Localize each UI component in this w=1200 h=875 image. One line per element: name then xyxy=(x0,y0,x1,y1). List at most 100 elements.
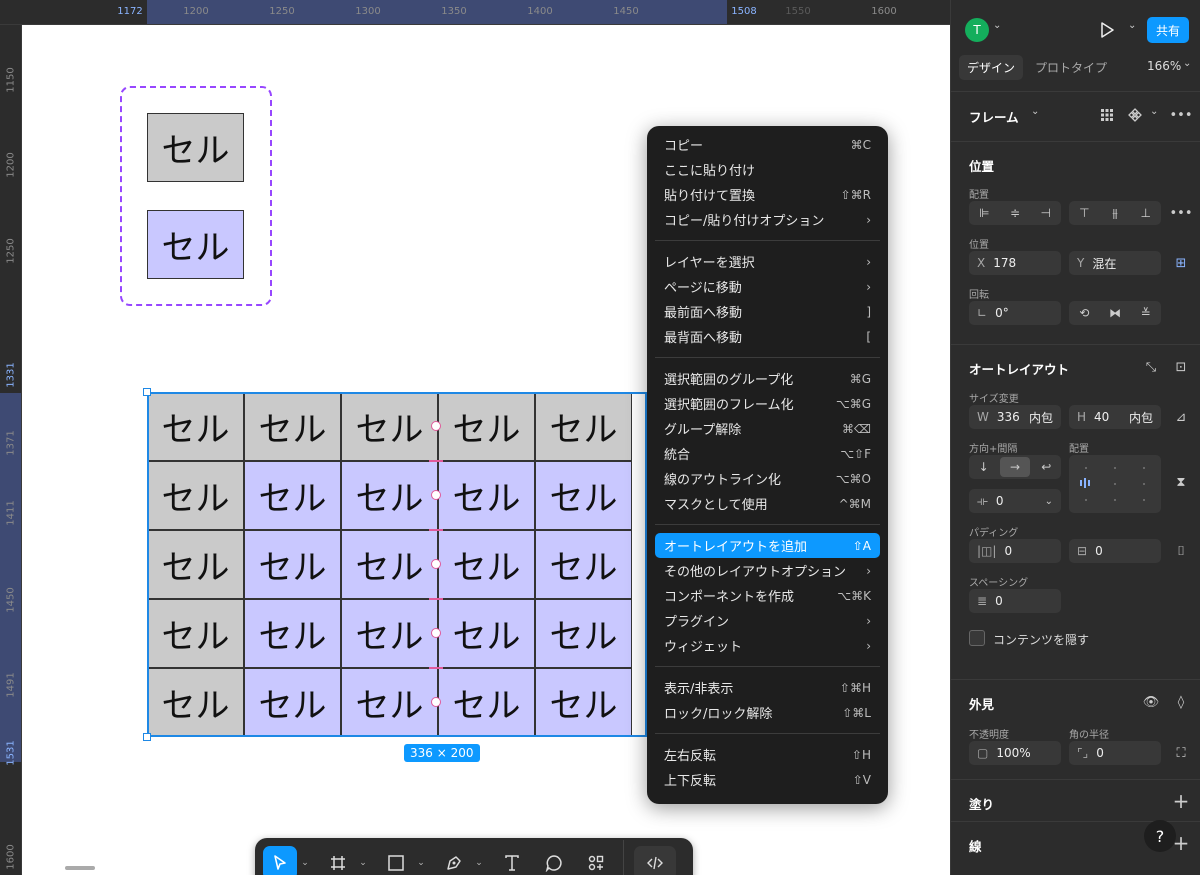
table-cell[interactable]: セル xyxy=(438,530,535,599)
table-cell[interactable]: セル xyxy=(341,599,438,668)
table-cell[interactable]: セル xyxy=(341,392,438,461)
menu-item[interactable]: コピー/貼り付けオプション › xyxy=(655,207,880,232)
tab-prototype[interactable]: プロトタイプ xyxy=(1035,59,1107,76)
spacing-handle[interactable] xyxy=(431,421,441,431)
table-cell[interactable]: セル xyxy=(147,599,244,668)
x-field[interactable]: X 178 xyxy=(969,251,1061,275)
comment-tool-icon[interactable] xyxy=(537,846,571,875)
menu-item[interactable]: 最前面へ移動] xyxy=(655,299,880,324)
menu-item[interactable]: 選択範囲のフレーム化 ⌥⌘G xyxy=(655,391,880,416)
table-cell[interactable]: セル xyxy=(438,599,535,668)
menu-item[interactable]: 統合 ⌥⇧F xyxy=(655,441,880,466)
chevron-down-icon[interactable]: ⌄ xyxy=(1128,20,1136,31)
flip-horizontal-icon[interactable]: ⧓ xyxy=(1100,301,1131,325)
spacing-field[interactable]: ≣ 0 xyxy=(969,589,1061,613)
menu-item[interactable]: ここに貼り付け xyxy=(655,157,880,182)
tab-design[interactable]: デザイン xyxy=(959,55,1024,80)
add-fill-icon[interactable]: + xyxy=(1169,789,1193,813)
move-tool-icon[interactable] xyxy=(263,846,297,875)
text-tool-icon[interactable] xyxy=(495,846,529,875)
chevron-down-icon[interactable]: ⌄ xyxy=(1045,496,1053,507)
clip-content-checkbox[interactable] xyxy=(969,630,985,646)
table-cell[interactable]: セル xyxy=(147,530,244,599)
shrink-icon[interactable]: ⤡ xyxy=(1139,355,1163,379)
play-icon[interactable] xyxy=(1095,18,1119,42)
table-cell[interactable]: セル xyxy=(438,461,535,530)
align-right-icon[interactable]: ⊣ xyxy=(1030,201,1061,225)
align-center-v-icon[interactable]: ⫵ xyxy=(1100,201,1131,225)
rectangle-tool-icon[interactable] xyxy=(379,846,413,875)
menu-item[interactable]: ロック/ロック解除 ⇧⌘L xyxy=(655,700,880,725)
menu-item[interactable]: グループ解除 ⌘⌫ xyxy=(655,416,880,441)
grid-icon[interactable] xyxy=(1095,103,1119,127)
table-cell[interactable]: セル xyxy=(438,392,535,461)
chevron-down-icon[interactable]: ⌄ xyxy=(1150,106,1158,117)
horizontal-scrollbar[interactable] xyxy=(65,866,95,870)
align-left-icon[interactable]: ⊫ xyxy=(969,201,1000,225)
table-cell[interactable]: セル xyxy=(341,668,438,737)
table-cell[interactable]: セル xyxy=(244,392,341,461)
independent-corners-icon[interactable]: ⛶ xyxy=(1169,741,1193,765)
variant-cell-gray[interactable]: セル xyxy=(147,113,244,182)
vertical-padding-field[interactable]: ⊟ 0 xyxy=(1069,539,1161,563)
table-cell[interactable]: セル xyxy=(341,461,438,530)
table-cell[interactable]: セル xyxy=(341,530,438,599)
variant-cell-blue[interactable]: セル xyxy=(147,210,244,279)
menu-item[interactable]: 最背面へ移動 [ xyxy=(655,324,880,349)
table-cell[interactable]: セル xyxy=(535,530,632,599)
individual-padding-icon[interactable]: ⌷ xyxy=(1169,539,1193,563)
table-cell[interactable]: セル xyxy=(438,668,535,737)
padding-handle[interactable] xyxy=(429,598,443,600)
eye-icon[interactable]: 👁 xyxy=(1139,690,1163,714)
align-bottom-icon[interactable]: ⊥ xyxy=(1130,201,1161,225)
wrap-icon[interactable]: ↩ xyxy=(1032,455,1061,479)
menu-item[interactable]: レイヤーを選択 › xyxy=(655,249,880,274)
menu-item[interactable]: マスクとして使用 ^⌘M xyxy=(655,491,880,516)
table-cell[interactable]: セル xyxy=(535,599,632,668)
table-cell[interactable]: セル xyxy=(147,392,244,461)
table-cell[interactable]: セル xyxy=(147,668,244,737)
opacity-field[interactable]: ▢ 100% xyxy=(969,741,1061,765)
table-cell[interactable]: セル xyxy=(535,392,632,461)
help-button[interactable]: ? xyxy=(1144,820,1176,852)
corner-radius-field[interactable]: ⌜⌟ 0 xyxy=(1069,741,1161,765)
y-field[interactable]: Y 混在 xyxy=(1069,251,1161,275)
width-field[interactable]: W 336 内包 xyxy=(969,405,1061,429)
constraints-icon[interactable]: ⊞ xyxy=(1169,251,1193,275)
frame-tool-icon[interactable] xyxy=(321,846,355,875)
actions-tool-icon[interactable] xyxy=(579,846,613,875)
drop-icon[interactable]: ◊ xyxy=(1169,690,1193,714)
resize-to-fit-icon[interactable]: ⊿ xyxy=(1169,405,1193,429)
arrow-down-icon[interactable]: ↓ xyxy=(969,455,998,479)
rotate-icon[interactable]: ⟲ xyxy=(1069,301,1100,325)
chevron-down-icon[interactable]: ⌄ xyxy=(297,858,313,868)
menu-item[interactable]: 線のアウトライン化 ⌥⌘O xyxy=(655,466,880,491)
table-cell[interactable]: セル xyxy=(244,461,341,530)
padding-handle[interactable] xyxy=(429,667,443,669)
spacing-handle[interactable] xyxy=(431,490,441,500)
align-center-h-icon[interactable]: ≑ xyxy=(1000,201,1031,225)
autolayout-settings-icon[interactable]: ⧗ xyxy=(1169,470,1193,494)
height-field[interactable]: H 40 内包 xyxy=(1069,405,1161,429)
gap-field[interactable]: ⟛ 0 ⌄ xyxy=(969,489,1061,513)
menu-item[interactable]: 上下反転 ⇧V xyxy=(655,767,880,792)
table-cell[interactable]: セル xyxy=(535,461,632,530)
menu-item[interactable]: 選択範囲のグループ化 ⌘G xyxy=(655,366,880,391)
rotation-field[interactable]: ∟ 0° xyxy=(969,301,1061,325)
menu-item[interactable]: ページに移動 › xyxy=(655,274,880,299)
horizontal-padding-field[interactable]: |◫| 0 xyxy=(969,539,1061,563)
spacing-handle[interactable] xyxy=(431,628,441,638)
padding-handle[interactable] xyxy=(429,529,443,531)
menu-item[interactable]: オートレイアウトを追加 ⇧A xyxy=(655,533,880,558)
table-cell[interactable]: セル xyxy=(244,530,341,599)
menu-item[interactable]: その他のレイアウトオプション › xyxy=(655,558,880,583)
spacing-handle[interactable] xyxy=(431,559,441,569)
more-icon[interactable]: ••• xyxy=(1169,201,1193,225)
menu-item[interactable]: 表示/非表示 ⇧⌘H xyxy=(655,675,880,700)
padding-handle[interactable] xyxy=(429,460,443,462)
alignment-grid[interactable] xyxy=(1069,455,1161,513)
chevron-down-icon[interactable]: ⌄ xyxy=(1183,58,1191,69)
dev-mode-icon[interactable] xyxy=(634,846,676,875)
chevron-down-icon[interactable]: ⌄ xyxy=(413,858,429,868)
chevron-down-icon[interactable]: ⌄ xyxy=(993,20,1001,31)
